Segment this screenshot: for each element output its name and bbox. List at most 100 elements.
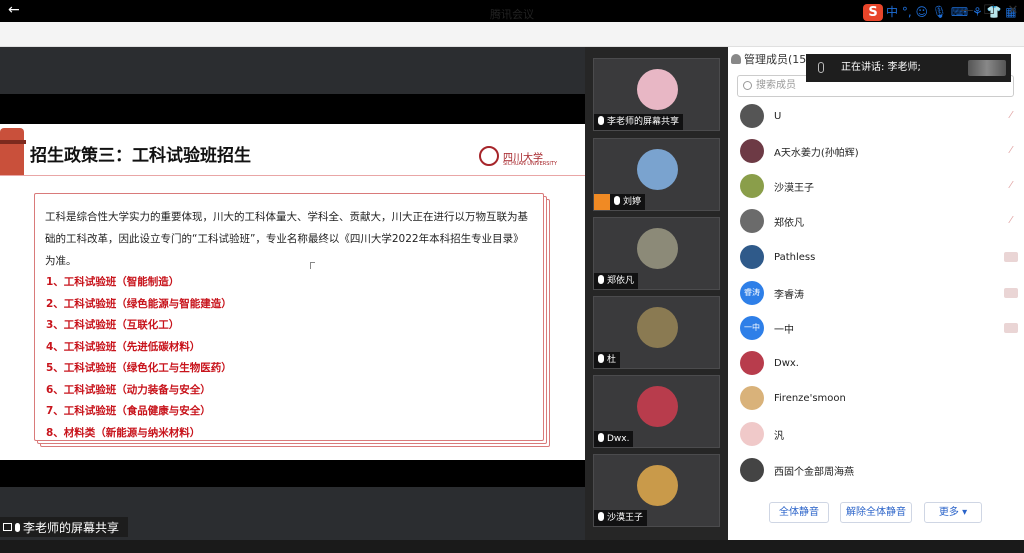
major-item: 2、工科试验班（绿色能源与智能建造） — [46, 297, 232, 310]
participant-avatar — [637, 386, 678, 427]
member-row[interactable]: 汎 — [740, 422, 1018, 446]
app-title: 腾讯会议 — [490, 8, 534, 21]
close-icon[interactable]: ✕ — [1004, 3, 1022, 18]
member-name: Firenze'smoon — [774, 392, 846, 404]
participant-avatar — [637, 465, 678, 506]
participant-name-text: Dwx. — [607, 434, 630, 444]
mic-icon — [598, 116, 604, 125]
member-name: 郑依凡 — [774, 217, 804, 229]
title-bar — [0, 22, 1024, 47]
major-item: 8、材料类（新能源与纳米材料） — [46, 426, 201, 439]
member-avatar — [740, 139, 764, 163]
speaking-indicator: 正在讲话: 李老师; — [806, 54, 1011, 82]
participant-name: 刘婷 — [610, 194, 646, 210]
mic-muted-icon[interactable]: ⁄ — [1004, 181, 1018, 191]
screen-share-name: 李老师的屏幕共享 — [23, 520, 120, 535]
participant-name: Dwx. — [594, 431, 634, 447]
member-avatar — [740, 351, 764, 375]
mic-icon — [818, 62, 824, 73]
participant-name-text: 李老师的屏幕共享 — [607, 117, 680, 127]
mic-icon — [614, 196, 620, 205]
member-name: 汎 — [774, 430, 784, 442]
participant-name-text: 刘婷 — [623, 197, 642, 207]
video-off-icon — [594, 194, 610, 210]
university-logo-subtext: SICHUAN UNIVERSITY — [503, 161, 557, 167]
member-name: 西固个金部周海燕 — [774, 466, 854, 478]
member-avatar: 一中 — [740, 316, 764, 340]
member-row[interactable]: 郑依凡 ⁄ — [740, 209, 1018, 233]
slide-title: 招生政策三：工科试验班招生 — [30, 146, 251, 166]
participant-name-text: 杜 — [607, 355, 617, 365]
member-row[interactable]: A天水姜力(孙帕辉) ⁄ — [740, 139, 1018, 163]
major-item: 6、工科试验班（动力装备与安全） — [46, 383, 211, 396]
mic-muted-icon[interactable]: ⁄ — [1004, 216, 1018, 226]
share-icon — [3, 523, 12, 531]
member-row[interactable]: 睿涛 李睿涛 — [740, 281, 1018, 305]
mic-icon — [598, 433, 604, 442]
member-panel-title: 管理成员(15) — [731, 51, 811, 67]
member-avatar: 睿涛 — [740, 281, 764, 305]
participant-tile[interactable]: 沙漠王子 — [593, 454, 720, 527]
mic-muted-icon[interactable]: ⁄ — [1004, 111, 1018, 121]
member-name: Pathless — [774, 251, 816, 263]
major-item: 7、工科试验班（食品健康与安全） — [46, 405, 211, 417]
participant-avatar — [637, 149, 678, 190]
participant-name: 杜 — [594, 352, 621, 368]
camera-off-icon[interactable] — [1004, 323, 1018, 333]
participant-tile[interactable]: Dwx. — [593, 375, 720, 448]
member-name: 李睿涛 — [774, 289, 804, 301]
major-item: 1、工科试验班（智能制造） — [46, 276, 180, 288]
participant-tile[interactable]: 李老师的屏幕共享 — [593, 58, 720, 131]
person-icon — [731, 54, 741, 64]
member-avatar — [740, 245, 764, 269]
participant-tile[interactable]: 郑依凡 — [593, 217, 720, 290]
member-name: A天水姜力(孙帕辉) — [774, 147, 859, 159]
participant-avatar — [637, 228, 678, 269]
participant-tile[interactable]: 杜 — [593, 296, 720, 369]
minimize-icon[interactable]: — — [958, 3, 976, 18]
participant-name-text: 沙漠王子 — [607, 513, 644, 523]
member-name: 一中 — [774, 324, 794, 336]
participant-name-text: 郑依凡 — [607, 276, 635, 286]
participant-name: 郑依凡 — [594, 273, 639, 289]
participant-avatar — [637, 69, 678, 110]
member-row[interactable]: 一中 一中 — [740, 316, 1018, 340]
major-item: 5、工科试验班（绿色化工与生物医药） — [46, 362, 232, 374]
member-row[interactable]: 西固个金部周海燕 — [740, 458, 1018, 482]
mic-muted-icon[interactable]: ⁄ — [1004, 146, 1018, 156]
member-avatar — [740, 386, 764, 410]
mic-icon — [598, 354, 604, 363]
more-button[interactable]: 更多 ▾ — [924, 502, 982, 523]
member-name: Dwx. — [774, 357, 799, 369]
participant-name: 沙漠王子 — [594, 510, 648, 526]
screen-share-label: 李老师的屏幕共享 — [0, 517, 128, 537]
member-row[interactable]: Dwx. — [740, 351, 1018, 375]
major-item: 4、工科试验班（先进低碳材料） — [46, 340, 201, 353]
member-avatar — [740, 174, 764, 198]
member-avatar — [740, 104, 764, 128]
member-row[interactable]: U ⁄ — [740, 104, 1018, 128]
member-row[interactable]: Firenze'smoon — [740, 386, 1018, 410]
member-avatar — [740, 422, 764, 446]
unmute-all-button[interactable]: 解除全体静音 — [840, 502, 912, 523]
content-card: 工科是综合性大学实力的重要体现，川大的工科体量大、学科全、贡献大，川大正在进行以… — [34, 193, 544, 441]
tower-decoration — [0, 128, 26, 176]
maximize-icon[interactable]: ☐ — [980, 3, 998, 18]
mouse-cursor-icon — [310, 262, 315, 269]
camera-off-icon[interactable] — [1004, 288, 1018, 298]
slide-divider — [0, 175, 585, 176]
member-name: 沙漠王子 — [774, 182, 814, 194]
major-list: 1、工科试验班（智能制造） 2、工科试验班（绿色能源与智能建造） 3、工科试验班（互… — [45, 272, 533, 444]
member-row[interactable]: Pathless — [740, 245, 1018, 269]
camera-off-icon[interactable] — [1004, 252, 1018, 262]
mute-all-button[interactable]: 全体静音 — [769, 502, 829, 523]
university-seal-icon — [479, 146, 499, 166]
mic-icon — [598, 512, 604, 521]
slide-intro-text: 工科是综合性大学实力的重要体现，川大的工科体量大、学科全、贡献大，川大正在进行以… — [45, 211, 528, 267]
member-count: 管理成员(15) — [744, 53, 811, 66]
bottom-bar — [0, 540, 1024, 553]
participant-tile[interactable]: 刘婷 — [593, 138, 720, 211]
participant-avatar — [637, 307, 678, 348]
member-row[interactable]: 沙漠王子 ⁄ — [740, 174, 1018, 198]
participant-name: 李老师的屏幕共享 — [594, 114, 684, 130]
